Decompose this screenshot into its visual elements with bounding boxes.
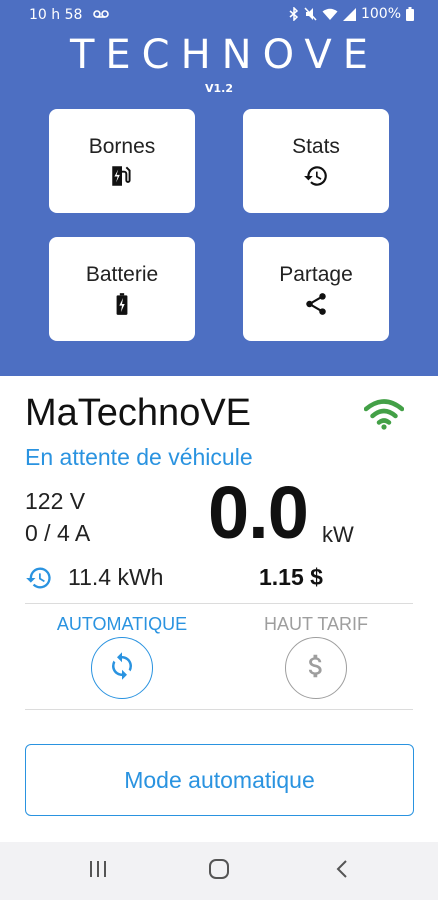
ev-station-icon xyxy=(109,163,135,189)
charging-status: En attente de véhicule xyxy=(25,444,253,470)
mode-automatique-button[interactable]: Mode automatique xyxy=(25,744,414,816)
bluetooth-icon xyxy=(289,7,299,21)
partage-label: Partage xyxy=(279,263,353,286)
bornes-button[interactable]: Bornes xyxy=(49,109,195,213)
current-value: 0 / 4 A xyxy=(25,520,91,546)
home-icon xyxy=(208,858,230,885)
home-button[interactable] xyxy=(181,842,257,900)
divider xyxy=(25,709,413,710)
app-version: V1.2 xyxy=(205,82,233,95)
power-unit: kW xyxy=(322,522,354,547)
power-value: 0.0 xyxy=(208,471,309,554)
battery-charging-icon xyxy=(109,291,135,317)
partage-button[interactable]: Partage xyxy=(243,237,389,341)
stats-label: Stats xyxy=(292,135,340,158)
app-header: 10 h 58 100% TECHNOVE V1.2 Bornes Stats … xyxy=(0,0,438,376)
auto-mode-button[interactable] xyxy=(91,637,153,699)
recent-apps-icon xyxy=(88,860,108,883)
cost-value: 1.15 $ xyxy=(259,564,323,590)
battery-icon xyxy=(406,7,414,21)
batterie-button[interactable]: Batterie xyxy=(49,237,195,341)
status-time: 10 h 58 xyxy=(29,7,83,23)
recent-apps-button[interactable] xyxy=(60,842,136,900)
auto-mode-label: AUTOMATIQUE xyxy=(56,614,188,634)
energy-value: 11.4 kWh xyxy=(68,564,164,590)
app-title: TECHNOVE xyxy=(69,32,380,78)
station-name: MaTechnoVE xyxy=(25,392,252,434)
mute-icon xyxy=(304,7,317,21)
history-icon xyxy=(303,163,329,189)
batterie-label: Batterie xyxy=(85,263,159,286)
bornes-label: Bornes xyxy=(88,135,156,158)
back-button[interactable] xyxy=(304,842,380,900)
share-icon xyxy=(303,291,329,317)
android-nav-bar xyxy=(0,842,438,900)
peak-mode-label: HAUT TARIF xyxy=(263,614,368,634)
status-bar: 10 h 58 100% xyxy=(0,0,438,30)
voltage-value: 122 V xyxy=(25,488,86,514)
stats-button[interactable]: Stats xyxy=(243,109,389,213)
voicemail-icon xyxy=(93,9,109,19)
wifi-strength-icon xyxy=(363,398,405,435)
peak-mode-button[interactable] xyxy=(285,637,347,699)
energy-history-icon xyxy=(25,564,53,597)
divider xyxy=(25,603,413,604)
sync-icon xyxy=(107,651,137,686)
battery-percent: 100% xyxy=(360,6,401,22)
back-icon xyxy=(335,859,349,884)
signal-icon xyxy=(342,7,356,21)
dollar-icon xyxy=(301,651,331,686)
wifi-icon xyxy=(322,8,338,21)
